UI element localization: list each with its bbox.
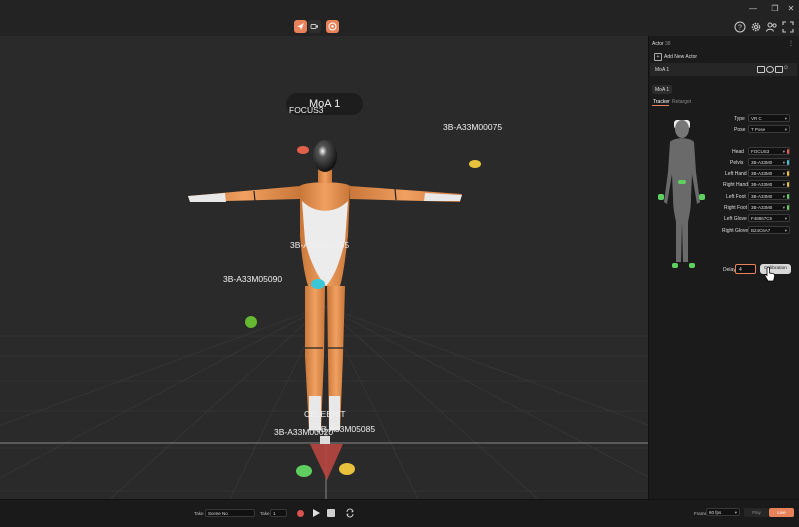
record-button[interactable]	[297, 510, 304, 517]
scene-label: Take	[194, 511, 204, 516]
right-hand-label: Right Hand	[723, 182, 749, 188]
right-foot-label: Right Foot	[724, 205, 748, 211]
head-label: FOCUS3	[289, 105, 324, 115]
svg-text:?: ?	[738, 25, 742, 32]
play-mode-button[interactable]: Play	[744, 508, 769, 517]
section-title: MoA 1	[655, 87, 670, 93]
left-foot-label: Left Foot	[726, 194, 746, 200]
copy-icon[interactable]	[775, 66, 783, 73]
tab-retarget[interactable]: Retarget	[672, 99, 691, 105]
fps-select[interactable]: 60 fps ▾	[706, 508, 740, 516]
tracker-green-1	[245, 316, 257, 328]
tracker-yellow-1	[469, 160, 481, 168]
live-mode-button[interactable]: Live	[769, 508, 794, 517]
right-foot-select[interactable]: 3B-A33M0 ▾	[748, 203, 790, 211]
camera-icon[interactable]	[308, 20, 321, 33]
settings-icon[interactable]	[749, 20, 763, 34]
minimize-icon[interactable]: —	[747, 4, 759, 13]
tracker-label-5: 3B-A33M05085	[316, 424, 376, 434]
more-icon[interactable]: ⋮	[788, 40, 794, 47]
panel-header: Actor	[652, 41, 664, 47]
left-glove-select[interactable]: F48867C5 ▾	[748, 214, 790, 222]
type-label: Type	[734, 116, 745, 122]
top-bar: — ❐ ✕ ?	[0, 0, 799, 37]
pelvis-field-label: Pelvis	[730, 160, 744, 166]
left-hand-select[interactable]: 3B-A33M0 ▾	[748, 169, 790, 177]
help-icon[interactable]: ?	[733, 20, 747, 34]
head-tracker	[297, 146, 309, 154]
eye-icon[interactable]	[766, 66, 774, 73]
loop-icon[interactable]	[345, 508, 355, 518]
target-icon[interactable]	[326, 20, 339, 33]
close-icon[interactable]: ✕	[785, 4, 797, 13]
bottom-bar	[0, 499, 799, 527]
pelvis-tracker	[311, 279, 325, 289]
tracker-label-3: 3B-A33M05090	[223, 274, 283, 284]
fullscreen-icon[interactable]	[781, 20, 795, 34]
tracker-label-1: 3B-A33M00075	[443, 122, 503, 132]
type-select[interactable]: VR C ▾	[748, 114, 790, 122]
origin-marker	[310, 444, 343, 480]
take-label: Take	[260, 511, 270, 516]
head-select[interactable]: FOCUS3 ▾	[748, 147, 790, 155]
left-foot-tracker	[296, 465, 312, 477]
pelvis-select[interactable]: 3B-A33M0 ▾	[748, 158, 790, 166]
actor-list-name: MoA 1	[655, 67, 670, 73]
delay-label: Delay	[723, 267, 736, 273]
send-icon[interactable]	[294, 20, 307, 33]
overlap-label: CELEBRIT	[304, 409, 346, 419]
pointer-cursor-icon	[764, 266, 776, 282]
right-hand-select[interactable]: 3B-A33M0 ▾	[748, 180, 790, 188]
avatar-preview	[658, 120, 705, 268]
video-icon[interactable]	[757, 66, 765, 73]
right-glove-select[interactable]: B24C6A7 ▾	[748, 226, 790, 234]
add-icon[interactable]: +	[654, 53, 662, 61]
tab-active-indicator	[652, 105, 669, 106]
maximize-icon[interactable]: ❐	[769, 4, 781, 13]
stop-button[interactable]	[327, 509, 335, 517]
person-settings-icon[interactable]: ☺	[783, 65, 790, 72]
delay-input[interactable]: 4	[735, 264, 756, 274]
right-foot-tracker	[339, 463, 355, 475]
left-hand-label: Left Hand	[725, 171, 747, 177]
right-glove-label: Right Glove	[722, 228, 749, 234]
pose-label: Pose	[734, 127, 746, 133]
tracker-label-2: 3B-A33M03755	[290, 240, 350, 250]
take-input[interactable]: 1	[270, 509, 287, 517]
user-group-icon[interactable]	[765, 20, 779, 34]
actor-avatar	[188, 140, 462, 432]
pose-select[interactable]: T Pose ▾	[748, 125, 790, 133]
play-icon[interactable]	[312, 508, 321, 518]
scene-input[interactable]: Scene No	[205, 509, 255, 517]
left-foot-select[interactable]: 3B-A33M0 ▾	[748, 192, 790, 200]
head-field-label: Head	[732, 149, 744, 155]
panel-header-sub: 38	[665, 41, 671, 47]
left-glove-label: Left Glove	[724, 216, 747, 222]
add-actor-button[interactable]: Add New Actor	[664, 54, 697, 60]
viewport-3d[interactable]: MoA 1 FOCUS3 3B-A33M00075 3B-A33M03755 3…	[0, 36, 648, 499]
